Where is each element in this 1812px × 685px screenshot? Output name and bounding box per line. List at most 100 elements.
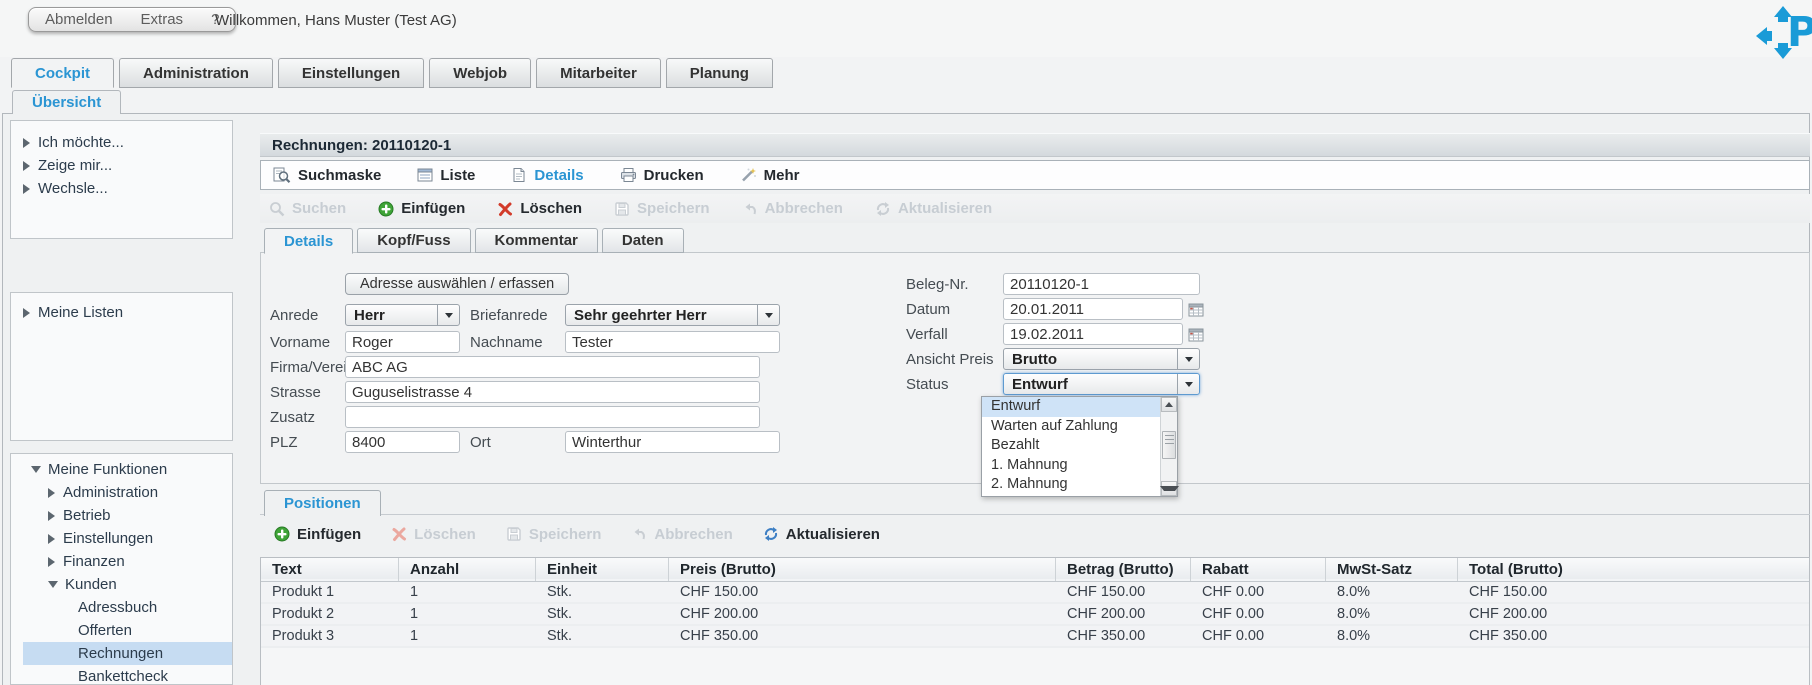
calendar-icon[interactable] bbox=[1188, 302, 1204, 317]
sidebar-item-zeige-mir[interactable]: Zeige mir... bbox=[11, 154, 232, 177]
sidebar-item-ich-moechte[interactable]: Ich möchte... bbox=[11, 131, 232, 154]
status-option-bezahlt[interactable]: Bezahlt bbox=[982, 436, 1177, 456]
refresh-icon bbox=[764, 527, 777, 541]
loeschen-button[interactable]: Löschen bbox=[497, 200, 582, 217]
scrollbar-up-button[interactable] bbox=[1161, 397, 1177, 412]
calendar-icon[interactable] bbox=[1188, 327, 1204, 342]
tab-webjob[interactable]: Webjob bbox=[429, 58, 532, 88]
status-option-1-mahnung[interactable]: 1. Mahnung bbox=[982, 456, 1177, 476]
tab-details[interactable]: Details bbox=[264, 228, 354, 254]
extras-menu-item[interactable]: Extras bbox=[141, 11, 184, 28]
tab-einstellungen[interactable]: Einstellungen bbox=[277, 58, 425, 88]
sidebar-item-einstellungen[interactable]: Einstellungen bbox=[11, 527, 232, 550]
drucken-button[interactable]: Drucken bbox=[620, 167, 704, 184]
table-row[interactable]: Produkt 2 1 Stk. CHF 200.00 CHF 200.00 C… bbox=[261, 604, 1809, 626]
aktualisieren-button[interactable]: Aktualisieren bbox=[875, 200, 992, 217]
ansicht-preis-select[interactable]: Brutto bbox=[1003, 348, 1200, 370]
tab-mitarbeiter[interactable]: Mitarbeiter bbox=[536, 58, 661, 88]
nachname-input[interactable] bbox=[565, 331, 780, 353]
col-mwst-satz[interactable]: MwSt-Satz bbox=[1326, 558, 1458, 581]
toolbar-label: Speichern bbox=[637, 200, 710, 217]
sidebar-item-kunden[interactable]: Kunden bbox=[11, 573, 232, 596]
cell-preis: CHF 150.00 bbox=[680, 584, 759, 600]
col-betrag-brutto[interactable]: Betrag (Brutto) bbox=[1056, 558, 1191, 581]
dropdown-arrow-icon[interactable] bbox=[1177, 349, 1199, 369]
col-text[interactable]: Text bbox=[261, 558, 399, 581]
sidebar-item-bankettcheck[interactable]: Bankettcheck bbox=[11, 665, 232, 684]
positions-abbrechen-button[interactable]: Abbrechen bbox=[631, 526, 733, 543]
beleg-input[interactable] bbox=[1003, 273, 1200, 295]
strasse-input[interactable] bbox=[345, 381, 760, 403]
status-option-2-mahnung[interactable]: 2. Mahnung bbox=[982, 475, 1177, 495]
table-row[interactable]: Produkt 3 1 Stk. CHF 350.00 CHF 350.00 C… bbox=[261, 626, 1809, 648]
mehr-button[interactable]: Mehr bbox=[740, 167, 799, 184]
ort-label: Ort bbox=[470, 433, 491, 451]
suchmaske-button[interactable]: Suchmaske bbox=[273, 167, 381, 184]
dropdown-arrow-icon[interactable] bbox=[757, 305, 779, 325]
status-option-warten-auf-zahlung[interactable]: Warten auf Zahlung bbox=[982, 417, 1177, 437]
col-anzahl[interactable]: Anzahl bbox=[399, 558, 536, 581]
status-select[interactable]: Entwurf bbox=[1003, 373, 1200, 395]
vorname-input[interactable] bbox=[345, 331, 460, 353]
zusatz-input[interactable] bbox=[345, 406, 760, 428]
suchen-button[interactable]: Suchen bbox=[269, 200, 346, 217]
sidebar-item-label: Meine Funktionen bbox=[48, 461, 168, 478]
sidebar-item-label: Meine Listen bbox=[38, 304, 124, 321]
col-total-brutto[interactable]: Total (Brutto) bbox=[1458, 558, 1809, 581]
dropdown-scrollbar[interactable] bbox=[1159, 397, 1179, 496]
tab-daten[interactable]: Daten bbox=[601, 228, 684, 253]
col-einheit[interactable]: Einheit bbox=[536, 558, 669, 581]
col-rabatt[interactable]: Rabatt bbox=[1191, 558, 1326, 581]
toolbar-label: Aktualisieren bbox=[785, 525, 880, 543]
tab-planung[interactable]: Planung bbox=[665, 58, 773, 88]
sidebar-item-meine-funktionen[interactable]: Meine Funktionen bbox=[11, 458, 232, 481]
positions-aktualisieren-button[interactable]: Aktualisieren bbox=[763, 526, 880, 543]
details-button[interactable]: Details bbox=[511, 167, 584, 184]
cell-anzahl: 1 bbox=[410, 584, 419, 600]
liste-button[interactable]: Liste bbox=[417, 167, 475, 184]
cell-einheit: Stk. bbox=[547, 606, 572, 622]
plz-input[interactable] bbox=[345, 431, 460, 453]
sidebar-item-rechnungen[interactable]: Rechnungen bbox=[23, 642, 232, 665]
positions-loeschen-button[interactable]: Löschen bbox=[391, 526, 476, 543]
sidebar-item-offerten[interactable]: Offerten bbox=[11, 619, 232, 642]
briefanrede-select[interactable]: Sehr geehrter Herr bbox=[565, 304, 780, 326]
tab-administration[interactable]: Administration bbox=[119, 58, 273, 88]
abbrechen-button[interactable]: Abbrechen bbox=[742, 200, 843, 217]
positions-speichern-button[interactable]: Speichern bbox=[506, 526, 601, 543]
table-row[interactable]: Produkt 1 1 Stk. CHF 150.00 CHF 150.00 C… bbox=[261, 582, 1809, 604]
verfall-input[interactable] bbox=[1003, 323, 1183, 345]
scrollbar-down-button[interactable] bbox=[1159, 481, 1179, 496]
top-bar: Abmelden Extras ? Willkommen, Hans Muste… bbox=[0, 0, 1812, 59]
ort-input[interactable] bbox=[565, 431, 780, 453]
col-preis-brutto[interactable]: Preis (Brutto) bbox=[669, 558, 1056, 581]
datum-input[interactable] bbox=[1003, 298, 1183, 320]
cell-total: CHF 200.00 bbox=[1469, 606, 1548, 622]
record-title-bar: Rechnungen: 20110120-1 bbox=[260, 133, 1810, 157]
sidebar-item-administration[interactable]: Administration bbox=[11, 481, 232, 504]
sidebar-item-adressbuch[interactable]: Adressbuch bbox=[11, 596, 232, 619]
dropdown-arrow-icon[interactable] bbox=[437, 305, 459, 325]
tab-positionen[interactable]: Positionen bbox=[264, 490, 381, 516]
cell-mwst: 8.0% bbox=[1337, 628, 1371, 644]
sidebar-item-finanzen[interactable]: Finanzen bbox=[11, 550, 232, 573]
sidebar-item-meine-listen[interactable]: Meine Listen bbox=[11, 301, 232, 324]
toolbar-label: Suchmaske bbox=[298, 166, 382, 184]
tab-cockpit[interactable]: Cockpit bbox=[11, 58, 115, 88]
logout-menu-item[interactable]: Abmelden bbox=[45, 11, 113, 28]
status-option-entwurf[interactable]: Entwurf bbox=[982, 397, 1177, 417]
firma-input[interactable] bbox=[345, 356, 760, 378]
dropdown-arrow-icon[interactable] bbox=[1177, 374, 1199, 394]
positions-tab-baseline bbox=[260, 514, 1810, 515]
scrollbar-thumb[interactable] bbox=[1162, 431, 1176, 459]
tab-kopf-fuss[interactable]: Kopf/Fuss bbox=[357, 228, 471, 253]
sidebar-item-wechsle[interactable]: Wechsle... bbox=[11, 177, 232, 200]
speichern-button[interactable]: Speichern bbox=[614, 200, 710, 217]
anrede-select[interactable]: Herr bbox=[345, 304, 460, 326]
tab-uebersicht[interactable]: Übersicht bbox=[12, 90, 122, 114]
sidebar-item-betrieb[interactable]: Betrieb bbox=[11, 504, 232, 527]
tab-kommentar[interactable]: Kommentar bbox=[474, 228, 598, 253]
einfuegen-button[interactable]: Einfügen bbox=[378, 200, 465, 217]
address-select-button[interactable]: Adresse auswählen / erfassen bbox=[345, 273, 570, 295]
positions-einfuegen-button[interactable]: Einfügen bbox=[274, 526, 361, 543]
